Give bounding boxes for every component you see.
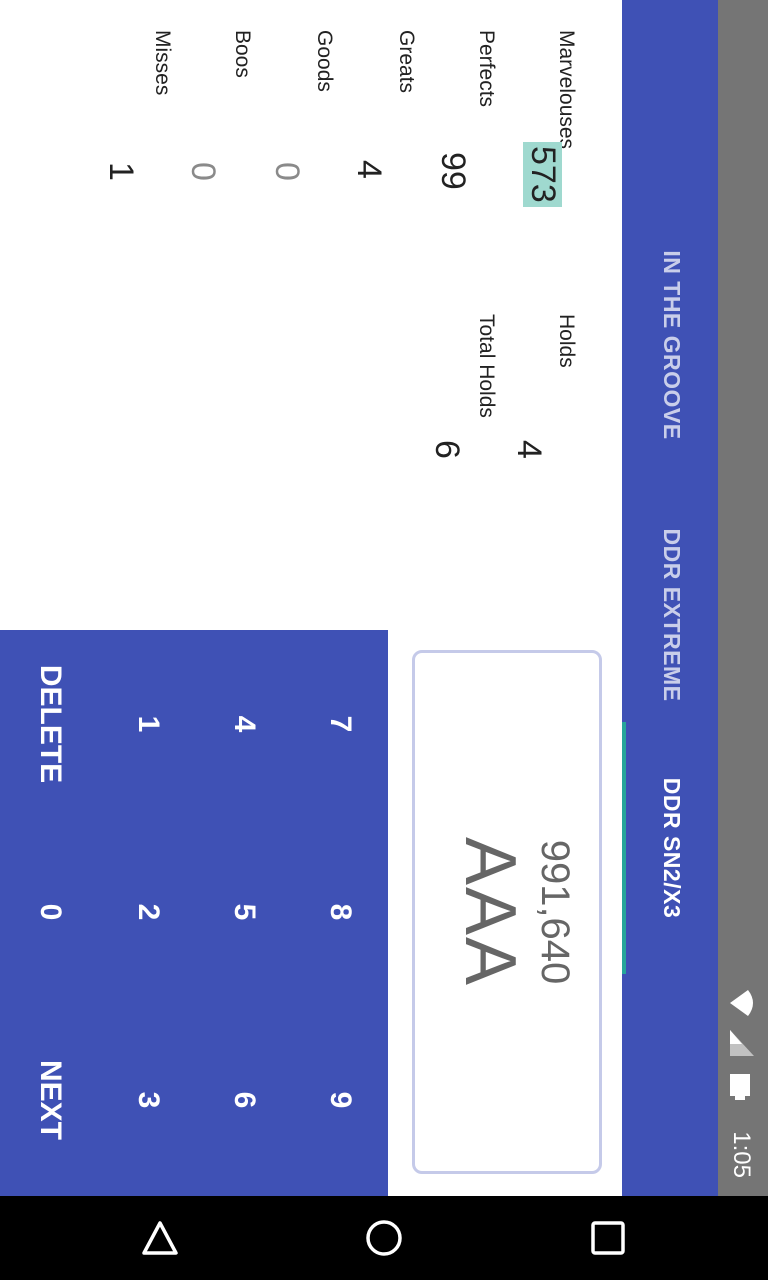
- judgment-label: Misses: [151, 30, 174, 96]
- score-grade: AAA: [450, 836, 530, 988]
- key-1[interactable]: 1: [100, 630, 196, 818]
- goods-value[interactable]: 0: [267, 162, 306, 181]
- key-6[interactable]: 6: [196, 1006, 292, 1194]
- recents-icon[interactable]: [588, 1218, 628, 1258]
- greats-value[interactable]: 4: [349, 160, 388, 179]
- battery-icon: [730, 1074, 750, 1100]
- judgment-label: Goods: [313, 30, 336, 92]
- key-4[interactable]: 4: [196, 630, 292, 818]
- status-bar: 1:05: [718, 0, 768, 1196]
- tab-label: DDR EXTREME: [659, 528, 685, 702]
- total-holds-label: Total Holds: [475, 314, 498, 418]
- boos-value[interactable]: 0: [183, 162, 222, 181]
- marvelouses-value[interactable]: 573: [523, 142, 562, 207]
- tab-ddr-sn2-x3[interactable]: DDR SN2/X3: [622, 722, 718, 974]
- next-button[interactable]: NEXT: [2, 1006, 98, 1194]
- key-5[interactable]: 5: [196, 818, 292, 1006]
- judgment-label: Greats: [395, 30, 418, 94]
- tab-ddr-extreme[interactable]: DDR EXTREME: [622, 490, 718, 740]
- delete-button[interactable]: DELETE: [2, 630, 98, 818]
- tab-indicator: [622, 722, 626, 974]
- back-icon[interactable]: [140, 1218, 180, 1258]
- cell-signal-icon: [730, 1030, 754, 1056]
- app-screen: 1:05 IN THE GROOVE DDR EXTREME DDR SN2/X…: [0, 0, 768, 1196]
- judgment-label: Boos: [231, 30, 254, 78]
- perfects-value[interactable]: 99: [433, 152, 472, 190]
- status-time: 1:05: [728, 1131, 755, 1178]
- status-icons: [730, 990, 754, 1100]
- judgment-label: Perfects: [475, 30, 498, 108]
- home-icon[interactable]: [364, 1218, 404, 1258]
- tab-label: IN THE GROOVE: [659, 250, 685, 440]
- total-holds-value[interactable]: 6: [427, 440, 466, 459]
- navigation-bar: [0, 1196, 768, 1280]
- keypad: 7 8 9 4 5 6 1 2 3 DELETE 0 NEXT: [0, 630, 388, 1196]
- key-3[interactable]: 3: [100, 1006, 196, 1194]
- score-value: 991,640: [533, 839, 577, 985]
- wifi-icon: [730, 990, 753, 1016]
- tab-in-the-groove[interactable]: IN THE GROOVE: [622, 200, 718, 490]
- score-display: 991,640 AAA: [412, 650, 602, 1174]
- key-2[interactable]: 2: [100, 818, 196, 1006]
- key-7[interactable]: 7: [292, 630, 388, 818]
- holds-value[interactable]: 4: [509, 440, 548, 459]
- key-9[interactable]: 9: [292, 1006, 388, 1194]
- judgment-label: Marvelouses: [555, 30, 578, 150]
- holds-label: Holds: [555, 314, 578, 368]
- tab-bar: IN THE GROOVE DDR EXTREME DDR SN2/X3: [622, 0, 718, 1196]
- key-8[interactable]: 8: [292, 818, 388, 1006]
- tab-label: DDR SN2/X3: [659, 777, 685, 919]
- key-0[interactable]: 0: [2, 818, 98, 1006]
- misses-value[interactable]: 1: [101, 162, 140, 181]
